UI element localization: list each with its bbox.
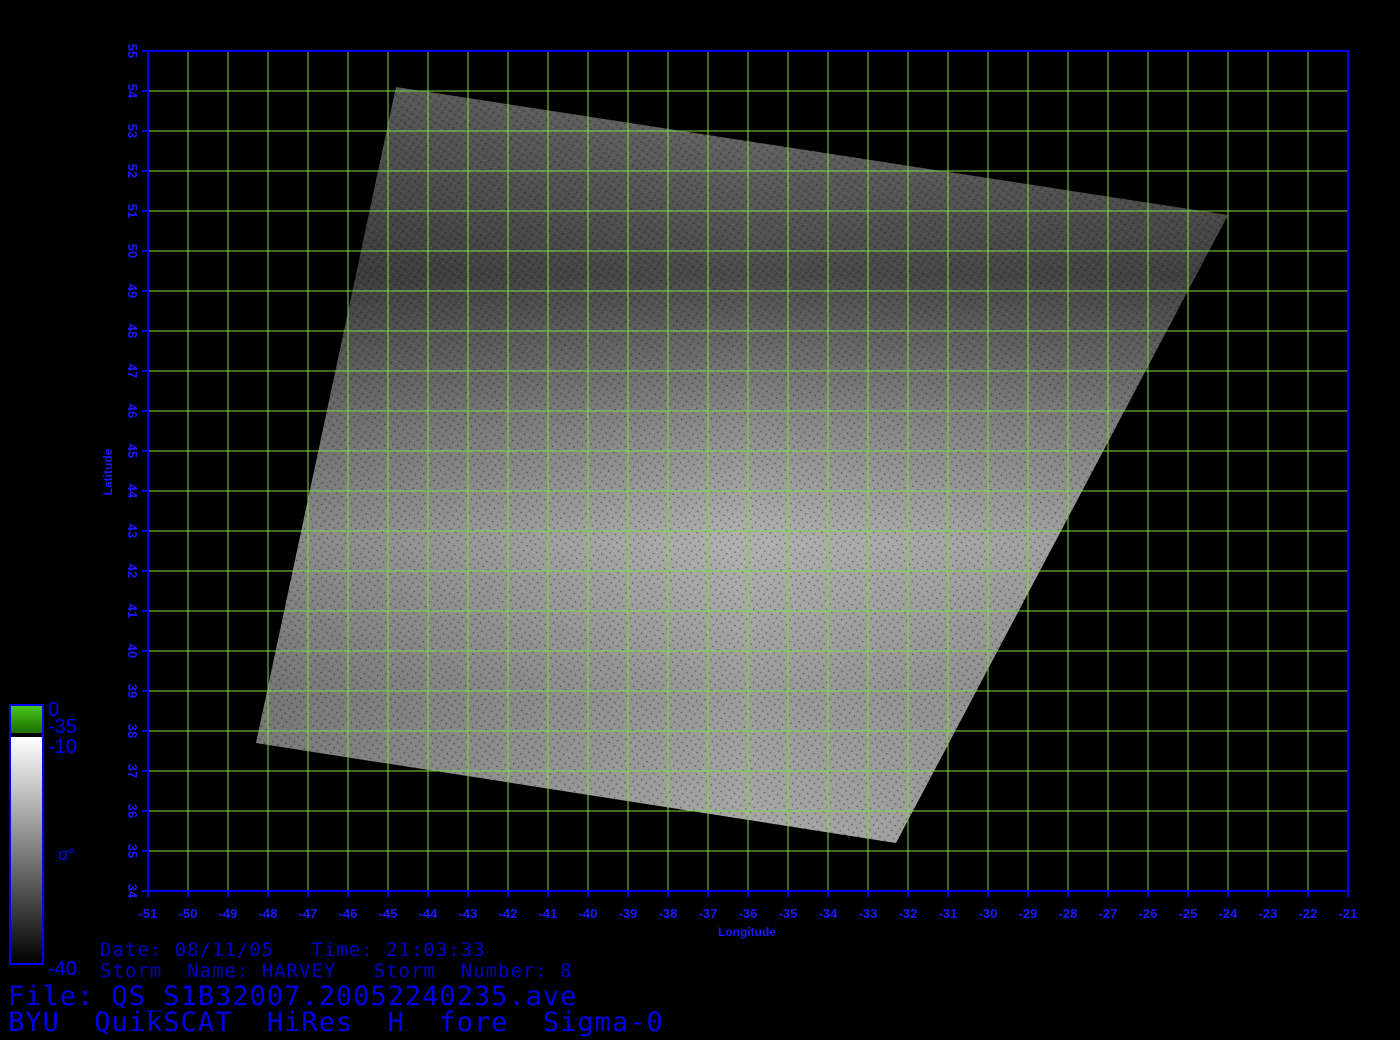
y-tick-label: 46 — [125, 404, 140, 418]
x-tick-label: -40 — [579, 906, 598, 921]
colorbar-label-minus35: -35 — [48, 716, 77, 738]
x-tick-label: -49 — [219, 906, 238, 921]
colorbar-label-minus40: -40 — [48, 958, 77, 980]
x-tick-label: -47 — [299, 906, 318, 921]
y-tick-label: 45 — [125, 444, 140, 458]
y-tick-label: 49 — [125, 284, 140, 298]
x-tick-label: -22 — [1299, 906, 1318, 921]
y-tick-label: 36 — [125, 804, 140, 818]
y-tick-label: 51 — [125, 204, 140, 218]
x-tick-label: -41 — [539, 906, 558, 921]
colorbar-gray-ramp — [10, 737, 43, 964]
x-tick-label: -35 — [779, 906, 798, 921]
x-tick-label: -34 — [819, 906, 839, 921]
y-tick-label: 40 — [125, 644, 140, 658]
y-tick-label: 42 — [125, 564, 140, 578]
x-tick-label: -32 — [899, 906, 918, 921]
y-tick-label: 39 — [125, 684, 140, 698]
y-tick-label: 38 — [125, 724, 140, 738]
y-tick-label: 50 — [125, 244, 140, 258]
x-tick-label: -43 — [459, 906, 478, 921]
x-tick-label: -37 — [699, 906, 718, 921]
x-tick-label: -39 — [619, 906, 638, 921]
x-tick-label: -36 — [739, 906, 758, 921]
product-title-line: BYU QuikSCAT HiRes H fore Sigma-0 — [8, 1007, 664, 1038]
y-tick-label: 55 — [125, 44, 140, 58]
x-tick-label: -50 — [179, 906, 198, 921]
x-tick-label: -25 — [1179, 906, 1198, 921]
x-tick-label: -27 — [1099, 906, 1118, 921]
swath-texture — [256, 87, 1228, 843]
y-tick-label: 35 — [125, 844, 140, 858]
x-axis-title: Longitude — [718, 925, 776, 939]
x-tick-label: -46 — [339, 906, 358, 921]
x-tick-label: -33 — [859, 906, 878, 921]
x-tick-label: -38 — [659, 906, 678, 921]
x-tick-label: -48 — [259, 906, 278, 921]
x-tick-label: -51 — [139, 906, 158, 921]
y-tick-label: 37 — [125, 764, 140, 778]
y-tick-label: 47 — [125, 364, 140, 378]
y-tick-label: 41 — [125, 604, 140, 618]
colorbar-symbol: σ° — [58, 845, 75, 864]
date-time-line: Date: 08/11/05 Time: 21:03:33 — [100, 939, 486, 961]
y-tick-label: 34 — [125, 884, 140, 899]
sigma0-swath — [256, 87, 1228, 843]
x-tick-label: -42 — [499, 906, 518, 921]
x-tick-label: -24 — [1219, 906, 1239, 921]
x-tick-label: -28 — [1059, 906, 1078, 921]
x-tick-label: -23 — [1259, 906, 1278, 921]
x-tick-label: -45 — [379, 906, 398, 921]
storm-info-line: Storm Name: HARVEY Storm Number: 8 — [100, 960, 573, 982]
x-tick-label: -30 — [979, 906, 998, 921]
x-tick-label: -29 — [1019, 906, 1038, 921]
y-tick-label: 52 — [125, 164, 140, 178]
y-tick-label: 48 — [125, 324, 140, 338]
colorbar-label-minus10: -10 — [48, 736, 77, 758]
colorbar-green-band — [10, 705, 43, 733]
colorbar: 0 -35 -10 -40 σ° — [9, 699, 77, 980]
y-tick-label: 53 — [125, 124, 140, 138]
y-tick-label: 44 — [125, 484, 140, 499]
y-axis-title: Latitude — [101, 448, 115, 495]
x-tick-label: -21 — [1339, 906, 1358, 921]
y-tick-label: 54 — [125, 84, 140, 99]
x-tick-label: -44 — [419, 906, 439, 921]
x-tick-label: -26 — [1139, 906, 1158, 921]
y-tick-label: 43 — [125, 524, 140, 538]
map-figure: -51 -50 -49 -48 -47 -46 -45 -44 -43 -42 -41 -40 -39 -… — [9, 44, 1358, 980]
x-tick-label: -31 — [939, 906, 958, 921]
